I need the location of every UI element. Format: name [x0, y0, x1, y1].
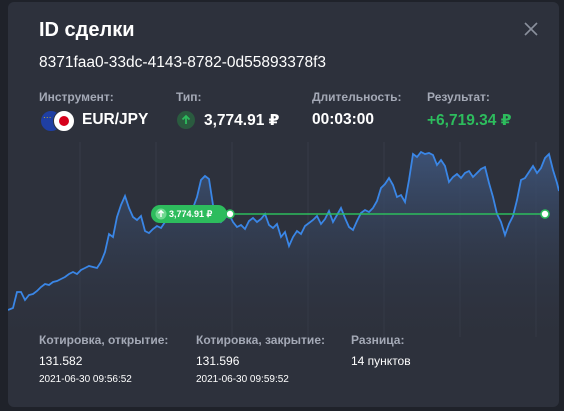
price-chart: 3,774.91 ₽ — [8, 142, 559, 337]
instrument-value: EUR/JPY — [82, 111, 149, 128]
difference-value: 14 пунктов — [351, 354, 411, 368]
jp-flag-icon — [53, 110, 75, 132]
instrument-label: Инструмент: — [39, 90, 114, 104]
duration-label: Длительность: — [312, 90, 402, 104]
close-quote-value: 131.596 — [196, 354, 240, 368]
arrow-up-icon — [177, 111, 195, 129]
open-quote-label: Котировка, открытие: — [39, 333, 169, 347]
open-quote-time: 2021-06-30 09:56:52 — [39, 374, 132, 385]
price-area — [8, 152, 559, 337]
duration-value: 00:03:00 — [312, 111, 375, 128]
deal-details-modal: ID сделки 8371faa0-33dc-4143-8782-0d5589… — [8, 2, 559, 407]
deal-close-point[interactable] — [540, 209, 550, 219]
deal-open-point[interactable] — [225, 209, 235, 219]
deal-pin[interactable]: 3,774.91 ₽ — [151, 205, 227, 223]
difference-label: Разница: — [351, 333, 405, 347]
result-label: Результат: — [427, 90, 490, 104]
modal-title: ID сделки — [39, 19, 135, 41]
type-label: Тип: — [176, 90, 202, 104]
close-icon[interactable] — [520, 18, 542, 40]
deal-pin-label: 3,774.91 ₽ — [169, 209, 213, 219]
close-quote-label: Котировка, закрытие: — [196, 333, 325, 347]
deal-id: 8371faa0-33dc-4143-8782-0d55893378f3 — [39, 54, 326, 71]
type-value: 3,774.91 ₽ — [204, 112, 280, 129]
open-quote-value: 131.582 — [39, 354, 83, 368]
close-quote-time: 2021-06-30 09:59:52 — [196, 374, 289, 385]
eur-jpy-flags-icon — [40, 110, 76, 132]
result-value: +6,719.34 ₽ — [427, 112, 512, 129]
